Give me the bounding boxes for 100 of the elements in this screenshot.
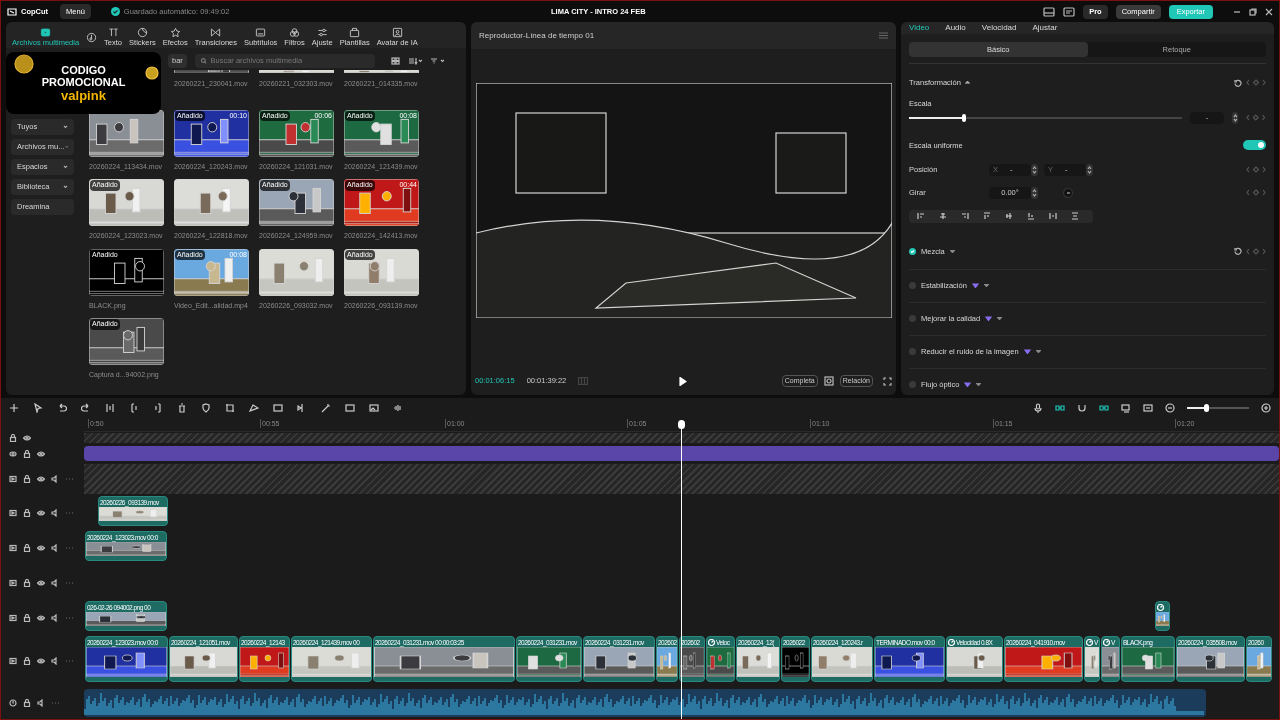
lock-icon[interactable] xyxy=(23,449,31,458)
align-icon[interactable] xyxy=(1049,212,1057,221)
video-track-icon[interactable] xyxy=(9,614,17,622)
lock-icon[interactable] xyxy=(23,579,31,587)
panel-tab[interactable]: Audio xyxy=(945,22,966,34)
restore-icon[interactable] xyxy=(1249,7,1257,16)
checkbox[interactable] xyxy=(909,247,916,255)
lock-icon[interactable] xyxy=(23,544,31,552)
speaker-icon[interactable] xyxy=(37,699,45,707)
caret-icon xyxy=(1035,350,1041,354)
eye-icon[interactable] xyxy=(37,544,45,552)
eye-icon[interactable] xyxy=(37,657,45,665)
add-icon[interactable] xyxy=(9,403,19,413)
speaker-icon[interactable] xyxy=(51,657,59,665)
reset-icon[interactable] xyxy=(1234,247,1242,256)
menu-icon[interactable] xyxy=(879,32,888,39)
cursor-icon[interactable] xyxy=(33,403,43,413)
shield-icon[interactable] xyxy=(201,403,211,413)
magnet-icon[interactable] xyxy=(1077,403,1087,413)
lock-icon[interactable] xyxy=(23,509,31,517)
scale-slider[interactable] xyxy=(909,116,1183,119)
eye-icon[interactable] xyxy=(23,434,31,442)
video-track-icon[interactable] xyxy=(9,657,17,665)
dial-icon[interactable] xyxy=(1063,187,1073,198)
align-icon[interactable] xyxy=(1027,212,1035,221)
lock-icon[interactable] xyxy=(9,434,17,442)
trim-right-icon[interactable] xyxy=(153,403,163,413)
lock-icon[interactable] xyxy=(23,657,31,665)
panel-tab[interactable]: Video xyxy=(909,22,930,34)
play-icon[interactable] xyxy=(679,377,687,386)
speaker-icon[interactable] xyxy=(51,579,59,587)
align-icon[interactable] xyxy=(983,212,991,221)
speaker-icon[interactable] xyxy=(51,509,59,517)
preview-icon[interactable] xyxy=(1121,403,1131,413)
speaker-icon[interactable] xyxy=(51,475,59,483)
video-track-icon[interactable] xyxy=(9,544,17,552)
lock-icon[interactable] xyxy=(23,699,31,707)
layout-icon[interactable] xyxy=(1043,6,1056,17)
mirror-icon[interactable] xyxy=(273,403,283,413)
sticker-icon xyxy=(136,27,148,38)
align-icon[interactable] xyxy=(1071,212,1079,221)
video-icon xyxy=(40,27,52,38)
audio-track-icon[interactable] xyxy=(9,699,17,707)
zoom-in-icon[interactable] xyxy=(1261,403,1271,413)
panel-tab[interactable]: Velocidad xyxy=(981,22,1017,34)
video-track-icon[interactable] xyxy=(9,509,17,517)
checkbox[interactable] xyxy=(909,348,916,356)
checkbox[interactable] xyxy=(909,315,916,323)
crop-icon[interactable] xyxy=(823,376,834,386)
speaker-icon[interactable] xyxy=(51,544,59,552)
sort-icon[interactable] xyxy=(407,57,422,65)
mic-icon[interactable] xyxy=(1033,403,1043,413)
trim-left-icon[interactable] xyxy=(129,403,139,413)
zoom-out-icon[interactable] xyxy=(1165,403,1175,413)
split-icon[interactable] xyxy=(105,403,115,413)
video-clip[interactable] xyxy=(1155,601,1170,631)
eye-icon[interactable] xyxy=(37,475,45,483)
magic-icon[interactable] xyxy=(321,403,331,413)
promo-code: valpink xyxy=(61,87,106,103)
panel-icon[interactable] xyxy=(1063,6,1076,17)
undo-icon[interactable] xyxy=(57,403,67,413)
playhead-handle[interactable] xyxy=(678,420,685,429)
video-track-icon[interactable] xyxy=(9,579,17,587)
panel-tab[interactable]: Ajustar xyxy=(1032,22,1058,34)
toggle-switch[interactable] xyxy=(1243,140,1266,151)
speaker-icon[interactable] xyxy=(51,614,59,622)
reset-icon[interactable] xyxy=(1234,78,1242,87)
stepper-icon[interactable] xyxy=(1031,163,1038,176)
text-clip[interactable] xyxy=(84,446,1279,461)
checkbox[interactable] xyxy=(909,282,916,290)
align-icon[interactable] xyxy=(961,212,969,221)
eye-icon[interactable] xyxy=(37,449,45,458)
grid-view-icon[interactable] xyxy=(390,57,400,65)
filter-icon[interactable] xyxy=(429,57,444,65)
align-icon[interactable] xyxy=(917,212,925,221)
lock-icon[interactable] xyxy=(23,475,31,483)
hd-icon[interactable] xyxy=(345,403,355,413)
stepper-icon[interactable] xyxy=(1031,186,1038,199)
video-track-icon[interactable] xyxy=(9,475,17,483)
stepper-icon[interactable] xyxy=(1231,111,1239,124)
eye-icon[interactable] xyxy=(37,509,45,517)
eye-icon[interactable] xyxy=(37,614,45,622)
lock-icon[interactable] xyxy=(23,614,31,622)
caption-icon[interactable] xyxy=(1143,403,1153,413)
link-icon[interactable] xyxy=(1055,403,1065,413)
crop-icon[interactable] xyxy=(225,403,235,413)
checkbox[interactable] xyxy=(909,381,916,389)
close-icon[interactable] xyxy=(1265,7,1273,16)
stepper-icon[interactable] xyxy=(1086,163,1093,176)
shape-icon[interactable] xyxy=(249,403,259,413)
link-icon[interactable] xyxy=(9,449,17,458)
image-icon[interactable] xyxy=(369,403,379,413)
fullscreen-icon[interactable] xyxy=(883,376,892,386)
wave-icon[interactable] xyxy=(393,403,403,413)
chain-icon[interactable] xyxy=(1099,403,1109,413)
align-icon[interactable] xyxy=(1005,212,1013,221)
delete-icon[interactable] xyxy=(177,403,187,413)
eye-icon[interactable] xyxy=(37,579,45,587)
align-icon[interactable] xyxy=(939,212,947,221)
redo-icon[interactable] xyxy=(81,403,91,413)
